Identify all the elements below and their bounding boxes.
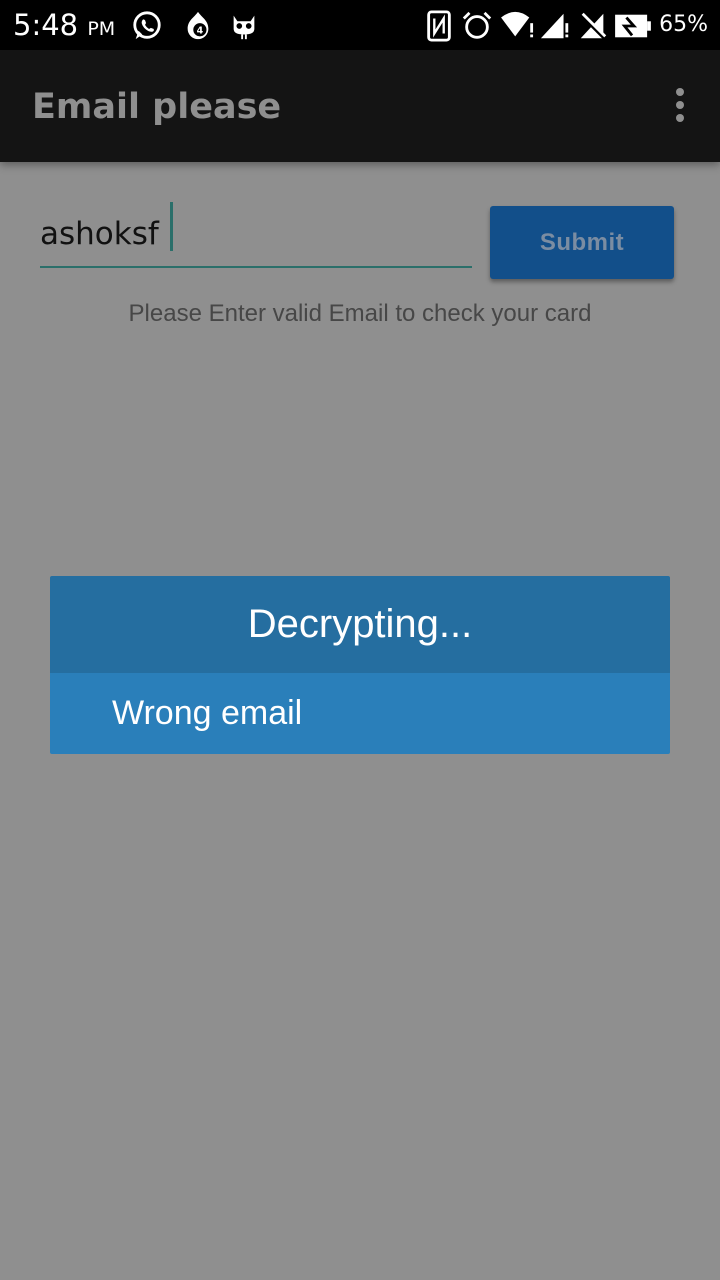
app-title: Email please bbox=[32, 87, 282, 127]
status-bar: 5:48 PM 4 65% bbox=[0, 0, 720, 50]
menu-dot bbox=[676, 114, 684, 122]
nfc-icon bbox=[427, 10, 451, 42]
signal-icon bbox=[540, 13, 569, 39]
text-cursor bbox=[170, 202, 173, 251]
more-vertical-icon[interactable] bbox=[670, 88, 690, 124]
helper-text: Please Enter valid Email to check your c… bbox=[128, 300, 592, 327]
notification-badge-icon: 4 bbox=[187, 11, 209, 40]
dialog-message: Wrong email bbox=[112, 694, 303, 732]
menu-dot bbox=[676, 88, 684, 96]
status-time-value: 5:48 bbox=[13, 8, 79, 42]
notification-badge-count: 4 bbox=[197, 26, 204, 37]
menu-dot bbox=[676, 101, 684, 109]
app-bar: Email please bbox=[0, 50, 720, 162]
whatsapp-icon bbox=[133, 11, 161, 40]
dialog-header: Decrypting... bbox=[50, 576, 670, 673]
alarm-icon bbox=[462, 11, 492, 39]
progress-dialog: Decrypting... Wrong email bbox=[50, 576, 670, 754]
battery-icon bbox=[615, 14, 651, 38]
submit-button[interactable]: Submit bbox=[490, 206, 674, 279]
battery-percent: 65% bbox=[659, 12, 708, 37]
cyanogen-mascot-icon bbox=[233, 15, 255, 40]
email-input[interactable] bbox=[40, 202, 472, 268]
no-signal-icon bbox=[579, 12, 607, 40]
status-time: 5:48 PM bbox=[13, 8, 115, 46]
dialog-title: Decrypting... bbox=[247, 602, 473, 646]
status-time-ampm: PM bbox=[87, 18, 116, 40]
dialog-body: Wrong email bbox=[50, 673, 670, 754]
wifi-icon bbox=[501, 11, 534, 38]
